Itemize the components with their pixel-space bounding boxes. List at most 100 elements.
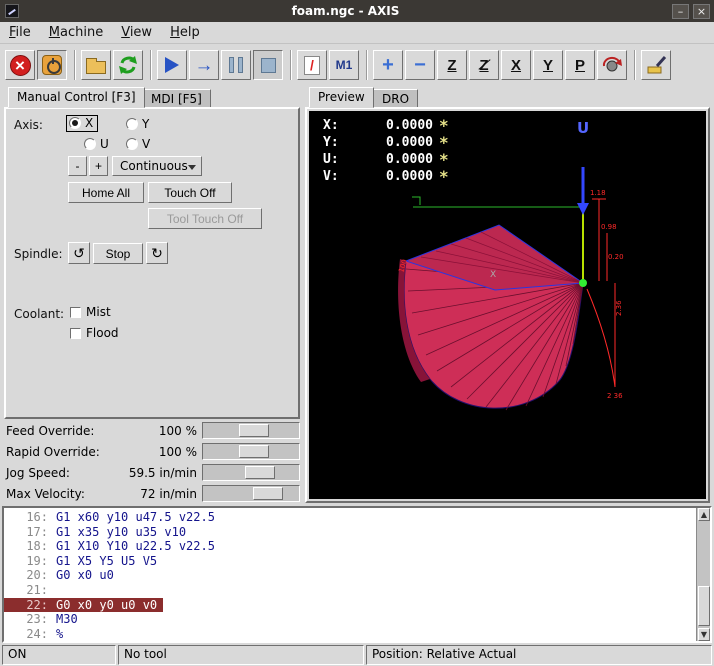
slider-handle[interactable] [245,466,275,479]
spindle-cw-icon: ↻ [151,245,163,261]
menubar: File Machine View Help [0,22,714,44]
axis-radio-u[interactable]: U [84,137,109,151]
shade-button[interactable]: – [672,4,689,19]
stop-program-button[interactable] [253,50,283,80]
mist-label: Mist [86,305,111,319]
slider-handle[interactable] [253,487,283,500]
view-y-button[interactable]: Y [533,50,563,80]
dimension-label: 2.36 [615,300,623,316]
jog-mode-value: Continuous [120,159,188,173]
max-velocity-slider[interactable] [202,485,300,502]
spindle-cw-button[interactable]: ↻ [146,242,168,264]
view-z-rotated-button[interactable]: Z [469,50,499,80]
gcode-line[interactable]: 23:M30 [4,612,84,627]
feed-override-label: Feed Override: [6,424,94,438]
run-program-button[interactable] [157,50,187,80]
axis-radio-y[interactable]: Y [126,117,149,131]
spindle-ccw-button[interactable]: ↺ [68,242,90,264]
scroll-down-icon[interactable]: ▼ [698,628,710,641]
gcode-line[interactable]: 17:G1 x35 y10 u35 v10 [4,525,192,540]
zoom-in-icon: + [382,55,394,75]
clear-plot-button[interactable] [641,50,671,80]
spindle-stop-button[interactable]: Stop [93,243,143,264]
dimension-label: 0.20 [608,253,624,261]
zoom-in-button[interactable]: + [373,50,403,80]
preview-panel: U X 1.18 0.98 0.20 2 36 2.36 1 [305,107,710,503]
gcode-line[interactable]: 19:G1 X5 Y5 U5 V5 [4,554,163,569]
view-z-button[interactable]: Z [437,50,467,80]
spindle-ccw-icon: ↺ [73,245,85,261]
zoom-out-button[interactable]: − [405,50,435,80]
jog-speed-slider[interactable] [202,464,300,481]
feed-override-slider[interactable] [202,422,300,439]
view-z-icon: Z [447,57,456,74]
gcode-listing[interactable]: 16:G1 x60 y10 u47.5 v22.5 17:G1 x35 y10 … [2,506,712,643]
touch-off-button[interactable]: Touch Off [148,182,232,203]
axis-label: Axis: [14,118,43,132]
gcode-line[interactable]: 21: [4,583,62,598]
gcode-line[interactable]: 24:% [4,627,69,642]
dimension-label: 2 36 [607,392,623,400]
jog-plus-button[interactable]: + [89,156,108,176]
optional-stop-icon: M1 [336,58,353,72]
step-line-button[interactable]: → [189,50,219,80]
tab-preview[interactable]: Preview [309,87,374,108]
close-button[interactable]: × [693,4,710,19]
menu-file[interactable]: File [0,22,40,43]
axis-radio-v-label: V [142,137,150,151]
pause-program-button[interactable] [221,50,251,80]
view-x-button[interactable]: X [501,50,531,80]
preview-canvas[interactable]: U X 1.18 0.98 0.20 2 36 2.36 1 [309,111,706,499]
slider-handle[interactable] [239,445,269,458]
scroll-up-icon[interactable]: ▲ [698,508,710,521]
unhomed-icon: * [439,121,449,131]
rapid-override-value: 100 % [97,445,197,459]
axis-radio-y-label: Y [142,117,149,131]
axis-radio-x[interactable]: X [66,115,98,132]
gcode-line[interactable]: 16:G1 x60 y10 u47.5 v22.5 [4,510,221,525]
tool-touch-off-button[interactable]: Tool Touch Off [148,208,262,229]
open-file-button[interactable] [81,50,111,80]
mist-checkbox[interactable]: Mist [70,305,111,319]
jog-mode-select[interactable]: Continuous [112,156,202,176]
toolbar-separator [634,50,636,80]
x-axis-marker: X [490,270,496,280]
rotate-view-button[interactable] [597,50,627,80]
gcode-scrollbar[interactable]: ▲ ▼ [696,508,710,641]
estop-button[interactable]: × [5,50,35,80]
gcode-line-active[interactable]: 22:G0 x0 y0 u0 v0 [4,598,163,613]
tab-mdi[interactable]: MDI [F5] [142,89,211,108]
manual-control-panel: Axis: X Y U V - + Continuous Home All To… [4,107,300,419]
menu-help[interactable]: Help [161,22,209,43]
menu-view[interactable]: View [112,22,161,43]
rapid-override-slider[interactable] [202,443,300,460]
scrollbar-thumb[interactable] [698,586,710,626]
flood-checkbox[interactable]: Flood [70,326,119,340]
gcode-line[interactable]: 18:G1 X10 Y10 u22.5 v22.5 [4,539,221,554]
machine-power-button[interactable] [37,50,67,80]
stop-icon [261,58,276,73]
toolbar-separator [150,50,152,80]
gcode-line[interactable]: 20:G0 x0 u0 [4,568,120,583]
slider-handle[interactable] [239,424,269,437]
home-all-button[interactable]: Home All [68,182,144,203]
jog-speed-label: Jog Speed: [6,466,70,480]
tab-manual-control[interactable]: Manual Control [F3] [8,87,145,108]
skip-lines-icon: / [304,56,320,75]
skip-lines-button[interactable]: / [297,50,327,80]
optional-stop-button[interactable]: M1 [329,50,359,80]
axis-radio-x-label: X [85,116,93,130]
reload-file-button[interactable] [113,50,143,80]
unhomed-icon: * [439,155,449,165]
toolbar: × → / [0,44,714,86]
dro-axis-value: 0.0000 [349,169,433,184]
axis-radio-v[interactable]: V [126,137,150,151]
jog-minus-button[interactable]: - [68,156,87,176]
view-p-button[interactable]: P [565,50,595,80]
toolbar-separator [290,50,292,80]
menu-machine[interactable]: Machine [40,22,112,43]
rotate-view-icon [601,54,623,76]
radio-indicator [126,138,138,150]
tab-dro[interactable]: DRO [373,89,418,108]
radio-indicator [84,138,96,150]
